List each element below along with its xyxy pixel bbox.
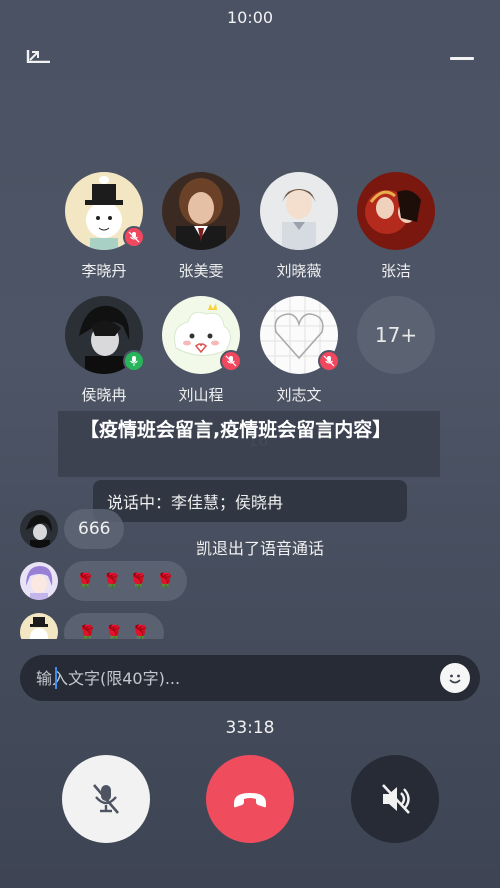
rose-icon: 🌹 <box>102 572 122 590</box>
member-hou-xiaoran[interactable]: 侯晓冉 <box>49 296 159 405</box>
minimize-window-icon[interactable] <box>26 48 52 64</box>
mic-muted-icon <box>318 350 340 372</box>
message-input[interactable] <box>20 655 440 701</box>
member-name: 刘志文 <box>276 386 322 404</box>
speaker-button[interactable] <box>351 755 439 843</box>
purple-anime-avatar[interactable] <box>20 562 58 600</box>
mic-muted-icon <box>220 350 242 372</box>
costume-drama-avatar <box>357 172 435 250</box>
mic-off-icon <box>93 784 119 814</box>
member-liu-zhiwen[interactable]: 刘志文 <box>244 296 354 405</box>
more-members-button[interactable]: 17+ <box>341 296 451 374</box>
member-zhang-meiwen[interactable]: 张美雯 <box>146 172 256 281</box>
member-name: 刘山程 <box>178 386 224 404</box>
rose-icon: 🌹 <box>78 624 97 639</box>
member-name: 张美雯 <box>178 262 224 280</box>
chat-message: 🌹 🌹 🌹 🌹 <box>20 561 187 601</box>
member-name: 李晓丹 <box>81 262 127 280</box>
member-li-xiaodan[interactable]: 李晓丹 <box>49 172 159 281</box>
speaking-label: 说话中：李佳慧；侯晓冉 <box>107 493 284 512</box>
emoji-icon <box>445 668 465 688</box>
member-liu-xiaowei[interactable]: 刘晓薇 <box>244 172 354 281</box>
menu-icon[interactable] <box>450 57 474 60</box>
rose-icon: 🌹 <box>131 624 151 639</box>
anime-boy-avatar <box>260 172 338 250</box>
mute-button[interactable] <box>62 755 150 843</box>
emoji-button[interactable] <box>440 663 470 693</box>
message-bubble: 🌹 🌹 🌹 <box>64 613 165 639</box>
speaking-indicator: 说话中：李佳慧；侯晓冉 <box>93 480 407 522</box>
call-timer: 33:18 <box>225 718 275 738</box>
hangup-icon <box>234 793 266 808</box>
message-bubble: 666 <box>64 509 125 549</box>
member-name: 刘晓薇 <box>276 262 322 280</box>
mic-muted-icon <box>123 226 145 248</box>
system-message-text: 凯退出了语音通话 <box>195 539 324 558</box>
speaker-off-icon <box>382 784 410 814</box>
chat-message: 🌹 🌹 🌹 <box>20 613 165 639</box>
bird-hat-avatar[interactable] <box>20 613 58 639</box>
message-bubble: 🌹 🌹 🌹 🌹 <box>64 561 187 601</box>
chat-message: 666 <box>20 509 125 549</box>
rose-icon: 🌹 <box>129 572 149 590</box>
dark-anime-avatar[interactable] <box>20 510 58 548</box>
text-caret <box>55 667 57 689</box>
member-name: 张洁 <box>380 262 411 280</box>
more-members-count[interactable]: 17+ <box>357 296 435 374</box>
member-name: 侯晓冉 <box>81 386 127 404</box>
rose-icon: 🌹 <box>104 624 124 639</box>
member-liu-shancheng[interactable]: 刘山程 <box>146 296 256 405</box>
hangup-button[interactable] <box>206 755 294 843</box>
status-time: 10:00 <box>226 8 274 27</box>
message-input-bar <box>20 655 480 701</box>
member-zhang-jie[interactable]: 张洁 <box>341 172 451 281</box>
rose-icon: 🌹 <box>76 572 95 590</box>
title-overlay: 【疫情班会留言,疫情班会留言内容】 <box>58 411 440 477</box>
mic-active-icon <box>123 350 145 372</box>
rose-icon: 🌹 <box>156 572 175 590</box>
message-text: 666 <box>78 519 111 539</box>
wizard-photo-avatar <box>162 172 240 250</box>
